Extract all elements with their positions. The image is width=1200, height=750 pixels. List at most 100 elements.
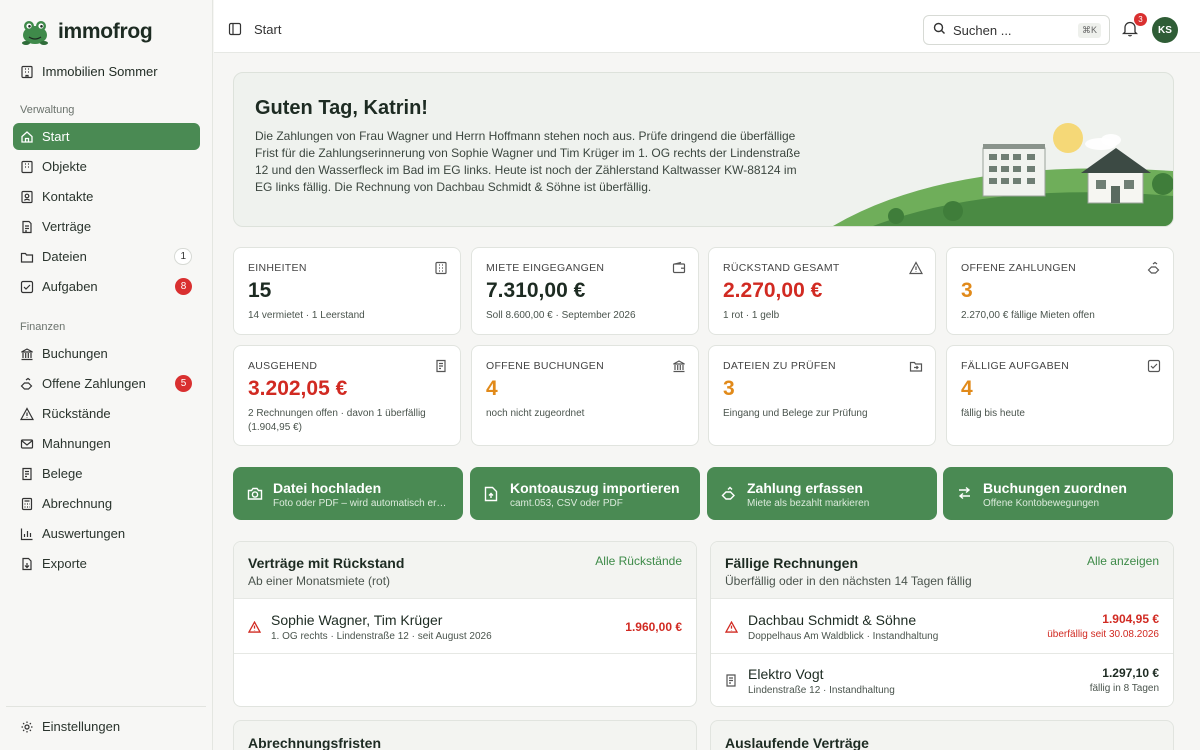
checkbox-icon [20,280,34,294]
invoice-details: Lindenstraße 12 · Instandhaltung [748,685,895,696]
receipt-icon [20,467,34,481]
kpi-card-offene-zahlungen[interactable]: OFFENE ZAHLUNGEN 3 2.270,00 € fällige Mi… [946,247,1174,335]
portfolio-name: Immobilien Sommer [42,64,158,79]
list-item[interactable]: Sophie Wagner, Tim Krüger 1. OG rechts ·… [234,600,696,654]
building-icon [21,65,33,78]
camera-icon [247,486,263,506]
sidebar-item-einstellungen[interactable]: Einstellungen [13,713,200,740]
invoice-due-note: fällig in 8 Tagen [1089,683,1159,694]
kpi-card-rueckstand-gesamt[interactable]: RÜCKSTAND GESAMT 2.270,00 € 1 rot · 1 ge… [708,247,936,335]
invoice-details: Doppelhaus Am Waldblick · Instandhaltung [748,631,939,642]
panel-title: Auslaufende Verträge [725,735,869,750]
action-sub: Offene Kontobewegungen [983,498,1100,509]
sidebar-item-abrechnung[interactable]: Abrechnung [13,490,200,517]
calculator-icon [20,497,34,511]
kpi-label: EINHEITEN [248,262,307,274]
warning-icon [908,261,924,280]
sidebar-item-label: Aufgaben [42,279,98,294]
breadcrumb: Start [254,22,282,37]
assign-bookings-button[interactable]: Buchungen zuordnen Offene Kontobewegunge… [943,467,1173,520]
section-finanzen: Finanzen [20,321,66,333]
sidebar-item-exporte[interactable]: Exporte [13,550,200,577]
sidebar-item-label: Start [42,129,70,144]
kpi-card-ausgehend[interactable]: AUSGEHEND 3.202,05 € 2 Rechnungen offen … [233,345,461,446]
sidebar-item-dateien[interactable]: Dateien 1 [13,243,200,270]
search-icon [933,22,946,38]
search-input[interactable]: Suchen ... ⌘K [923,15,1110,45]
sidebar-item-label: Rückstände [42,406,111,421]
panel-title: Abrechnungsfristen [248,735,382,750]
sidebar-item-objekte[interactable]: Objekte [13,153,200,180]
upload-file-button[interactable]: Datei hochladen Foto oder PDF – wird aut… [233,467,463,520]
payment-icon [721,486,737,506]
kpi-label: AUSGEHEND [248,360,318,372]
sidebar-divider [6,706,206,707]
topbar: Start Suchen ... ⌘K 3 KS [214,0,1200,53]
mail-icon [20,437,34,451]
list-item[interactable]: Dachbau Schmidt & Söhne Doppelhaus Am Wa… [711,600,1173,654]
building-icon [20,160,34,174]
overdue-contracts-panel: Verträge mit Rückstand Ab einer Monatsmi… [233,541,697,707]
sidebar-item-start[interactable]: Start [13,123,200,150]
panel-subtitle: Ab einer Monatsmiete (rot) [248,574,391,588]
building-icon [434,261,448,280]
receipt-icon [725,674,737,692]
kpi-label: DATEIEN ZU PRÜFEN [723,360,836,372]
kpi-label: OFFENE ZAHLUNGEN [961,262,1077,274]
action-sub: Foto oder PDF – wird automatisch erkannt [273,498,448,509]
record-payment-button[interactable]: Zahlung erfassen Miete als bezahlt marki… [707,467,937,520]
kpi-card-einheiten[interactable]: EINHEITEN 15 14 vermietet · 1 Leerstand [233,247,461,335]
show-all-link[interactable]: Alle anzeigen [1087,554,1159,568]
kpi-value: 3.202,05 € [248,377,348,400]
import-statement-button[interactable]: Kontoauszug importieren camt.053, CSV od… [470,467,700,520]
folder-icon [909,359,923,378]
sidebar-item-belege[interactable]: Belege [13,460,200,487]
kpi-label: FÄLLIGE AUFGABEN [961,360,1070,372]
sidebar-item-mahnungen[interactable]: Mahnungen [13,430,200,457]
chart-icon [20,527,34,541]
invoice-due-note: überfällig seit 30.08.2026 [1047,629,1159,640]
app-name: immofrog [58,20,153,43]
kpi-card-offene-buchungen[interactable]: OFFENE BUCHUNGEN 4 noch nicht zugeordnet [471,345,699,446]
frog-logo-icon [22,21,48,45]
avatar[interactable]: KS [1152,17,1178,43]
offene-zahlungen-count-badge: 5 [175,375,192,392]
action-title: Kontoauszug importieren [510,480,680,496]
kpi-sub: fällig bis heute [961,408,1025,419]
kpi-sub: noch nicht zugeordnet [486,408,585,419]
kpi-value: 7.310,00 € [486,279,586,302]
sidebar-item-label: Offene Zahlungen [42,376,146,391]
portfolio-switcher[interactable]: Immobilien Sommer [20,64,158,79]
sidebar-item-vertraege[interactable]: Verträge [13,213,200,240]
kpi-card-faellige-aufgaben[interactable]: FÄLLIGE AUFGABEN 4 fällig bis heute [946,345,1174,446]
kpi-value: 4 [486,377,498,400]
bank-icon [20,347,34,361]
payment-icon [20,377,34,391]
invoice-amount: 1.297,10 € [1102,666,1159,680]
all-arrears-link[interactable]: Alle Rückstände [595,554,682,568]
sidebar-toggle-icon[interactable] [228,22,242,41]
logo[interactable]: immofrog [20,18,153,46]
panel-title: Fällige Rechnungen [725,555,859,571]
dateien-count-badge: 1 [174,248,192,265]
kpi-sub: Soll 8.600,00 € · September 2026 [486,310,636,321]
folder-icon [20,250,34,264]
sidebar-item-aufgaben[interactable]: Aufgaben 8 [13,273,200,300]
action-sub: Miete als bezahlt markieren [747,498,870,509]
sidebar-item-label: Auswertungen [42,526,126,541]
kpi-card-dateien-zu-pruefen[interactable]: DATEIEN ZU PRÜFEN 3 Eingang und Belege z… [708,345,936,446]
kpi-card-miete-eingegangen[interactable]: MIETE EINGEGANGEN 7.310,00 € Soll 8.600,… [471,247,699,335]
sidebar-item-kontakte[interactable]: Kontakte [13,183,200,210]
billing-deadlines-panel: Abrechnungsfristen [233,720,697,750]
sidebar-item-buchungen[interactable]: Buchungen [13,340,200,367]
due-invoices-panel: Fällige Rechnungen Überfällig oder in de… [710,541,1174,707]
aufgaben-count-badge: 8 [175,278,192,295]
sidebar-item-auswertungen[interactable]: Auswertungen [13,520,200,547]
kpi-label: MIETE EINGEGANGEN [486,262,605,274]
list-item[interactable]: Elektro Vogt Lindenstraße 12 · Instandha… [711,654,1173,706]
swap-icon [957,486,972,505]
contract-tenant: Sophie Wagner, Tim Krüger [271,612,443,628]
contract-icon [20,220,34,234]
sidebar-item-rueckstaende[interactable]: Rückstände [13,400,200,427]
sidebar-item-offene-zahlungen[interactable]: Offene Zahlungen 5 [13,370,200,397]
